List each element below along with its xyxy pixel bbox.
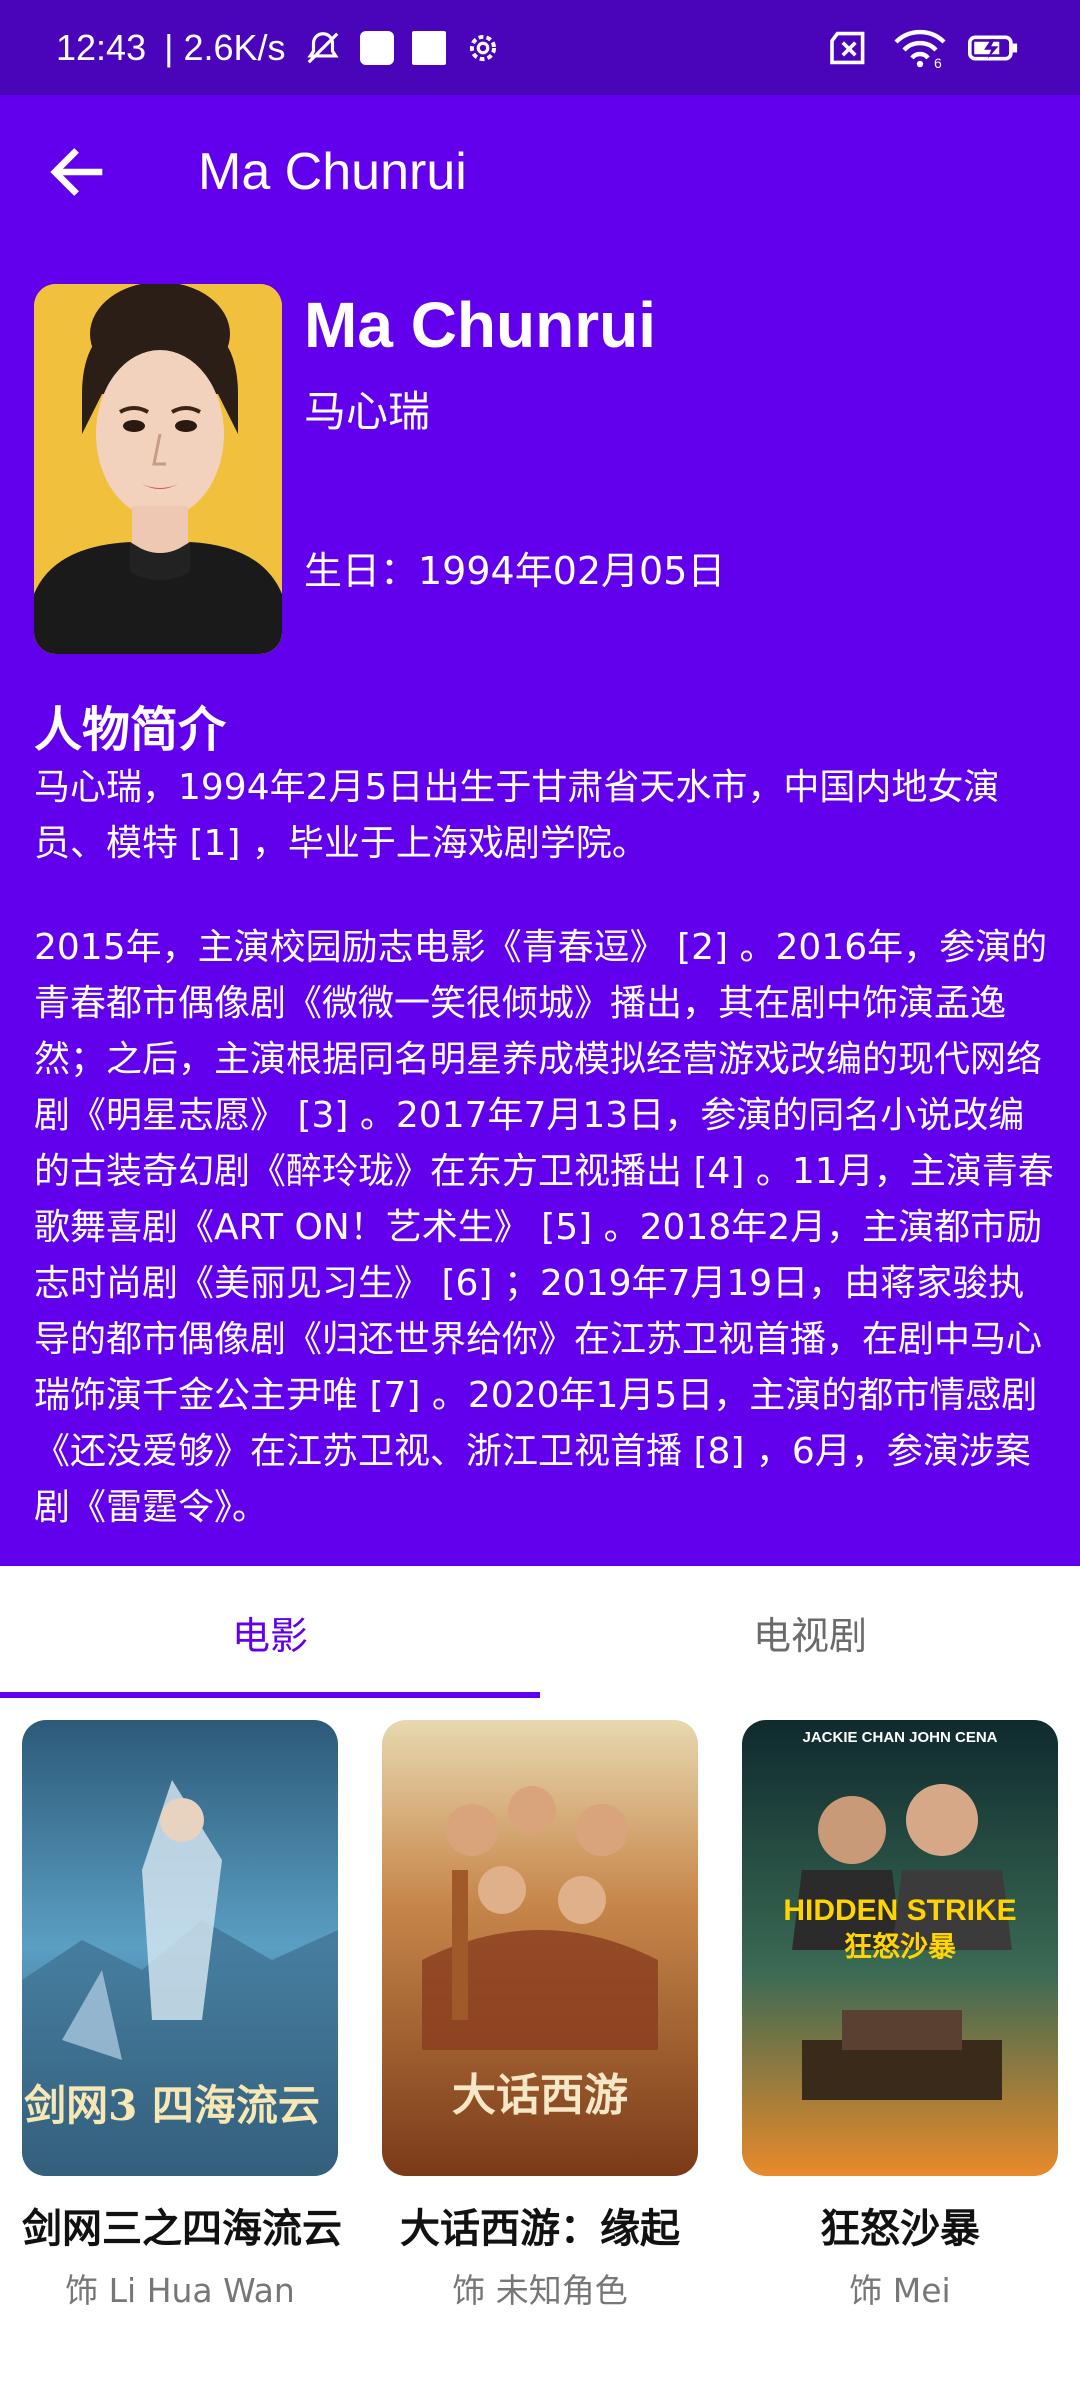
wifi-badge: 6 (934, 55, 942, 68)
movie-title: 大话西游：缘起 (400, 2206, 680, 2252)
status-bar: 12:43 | 2.6K/s 6 (0, 0, 1080, 95)
battery-charging-icon (968, 35, 1018, 60)
back-arrow-icon[interactable] (44, 139, 110, 205)
movie-role: 饰 Li Hua Wan (65, 2271, 295, 2310)
actor-name-english: Ma Chunrui (304, 289, 656, 361)
tab-bar: 电影 电视剧 (0, 1566, 1080, 1698)
movie-card[interactable]: JACKIE CHAN JOHN CENA HIDDEN STRIKE 狂怒沙暴… (742, 1720, 1058, 2312)
movie-role: 饰 未知角色 (452, 2271, 628, 2310)
wifi-icon: 6 (894, 29, 946, 68)
poster-title-cn: 狂怒沙暴 (844, 1930, 957, 1963)
movie-poster[interactable]: 大话西游 (382, 1720, 698, 2176)
clock: 12:43 (56, 26, 147, 68)
avatar-portrait (34, 284, 282, 654)
birthday: 生日：1994年02月05日 (304, 549, 726, 593)
poster-title: 大话西游 (452, 2070, 628, 2121)
poster-actors: JACKIE CHAN JOHN CENA (802, 1729, 997, 1746)
profile-section: Ma Chunrui 马心瑞 生日：1994年02月05日 人物简介 马心瑞，1… (0, 250, 1080, 1566)
bio-text: 马心瑞，1994年2月5日出生于甘肃省天水市，中国内地女演员、模特 [1] ，毕… (34, 760, 1054, 1584)
movie-list: 剑网3 四海流云 剑网三之四海流云 饰 Li Hua Wan 大话西游 大话西游… (0, 1720, 1080, 2320)
bio-heading: 人物简介 (34, 702, 227, 758)
poster-title-en: HIDDEN STRIKE (783, 1894, 1016, 1927)
notification-icon (359, 30, 394, 65)
notification-icon-2 (411, 30, 446, 65)
bio-paragraph: 马心瑞，1994年2月5日出生于甘肃省天水市，中国内地女演员、模特 [1] ，毕… (34, 767, 1000, 864)
movie-role: 饰 Mei (849, 2271, 951, 2310)
tab-tv-series[interactable]: 电视剧 (540, 1566, 1080, 1698)
sim-off-icon (830, 31, 865, 64)
actor-name-chinese: 马心瑞 (304, 387, 431, 436)
movie-card[interactable]: 大话西游 大话西游：缘起 饰 未知角色 (382, 1720, 698, 2312)
movie-title: 狂怒沙暴 (820, 2206, 980, 2252)
mute-icon (306, 31, 339, 63)
status-bar-right: 6 (828, 28, 1018, 68)
settings-gear-icon (469, 34, 496, 61)
tab-movies[interactable]: 电影 (0, 1566, 540, 1698)
movie-title: 剑网三之四海流云 (22, 2206, 342, 2252)
status-bar-left: 12:43 | 2.6K/s (56, 27, 502, 69)
movie-poster[interactable]: 剑网3 四海流云 (22, 1720, 338, 2176)
bio-paragraph: 2015年，主演校园励志电影《青春逗》 [2] 。2016年，参演的青春都市偶像… (34, 927, 1054, 1528)
app-bar: Ma Chunrui (0, 95, 1080, 250)
movie-poster[interactable]: JACKIE CHAN JOHN CENA HIDDEN STRIKE 狂怒沙暴 (742, 1720, 1058, 2176)
poster-title: 剑网3 四海流云 (24, 2081, 320, 2130)
movie-card[interactable]: 剑网3 四海流云 剑网三之四海流云 饰 Li Hua Wan (22, 1720, 342, 2312)
network-speed: | 2.6K/s (164, 26, 286, 68)
page-title: Ma Chunrui (198, 143, 467, 201)
avatar (34, 284, 282, 654)
